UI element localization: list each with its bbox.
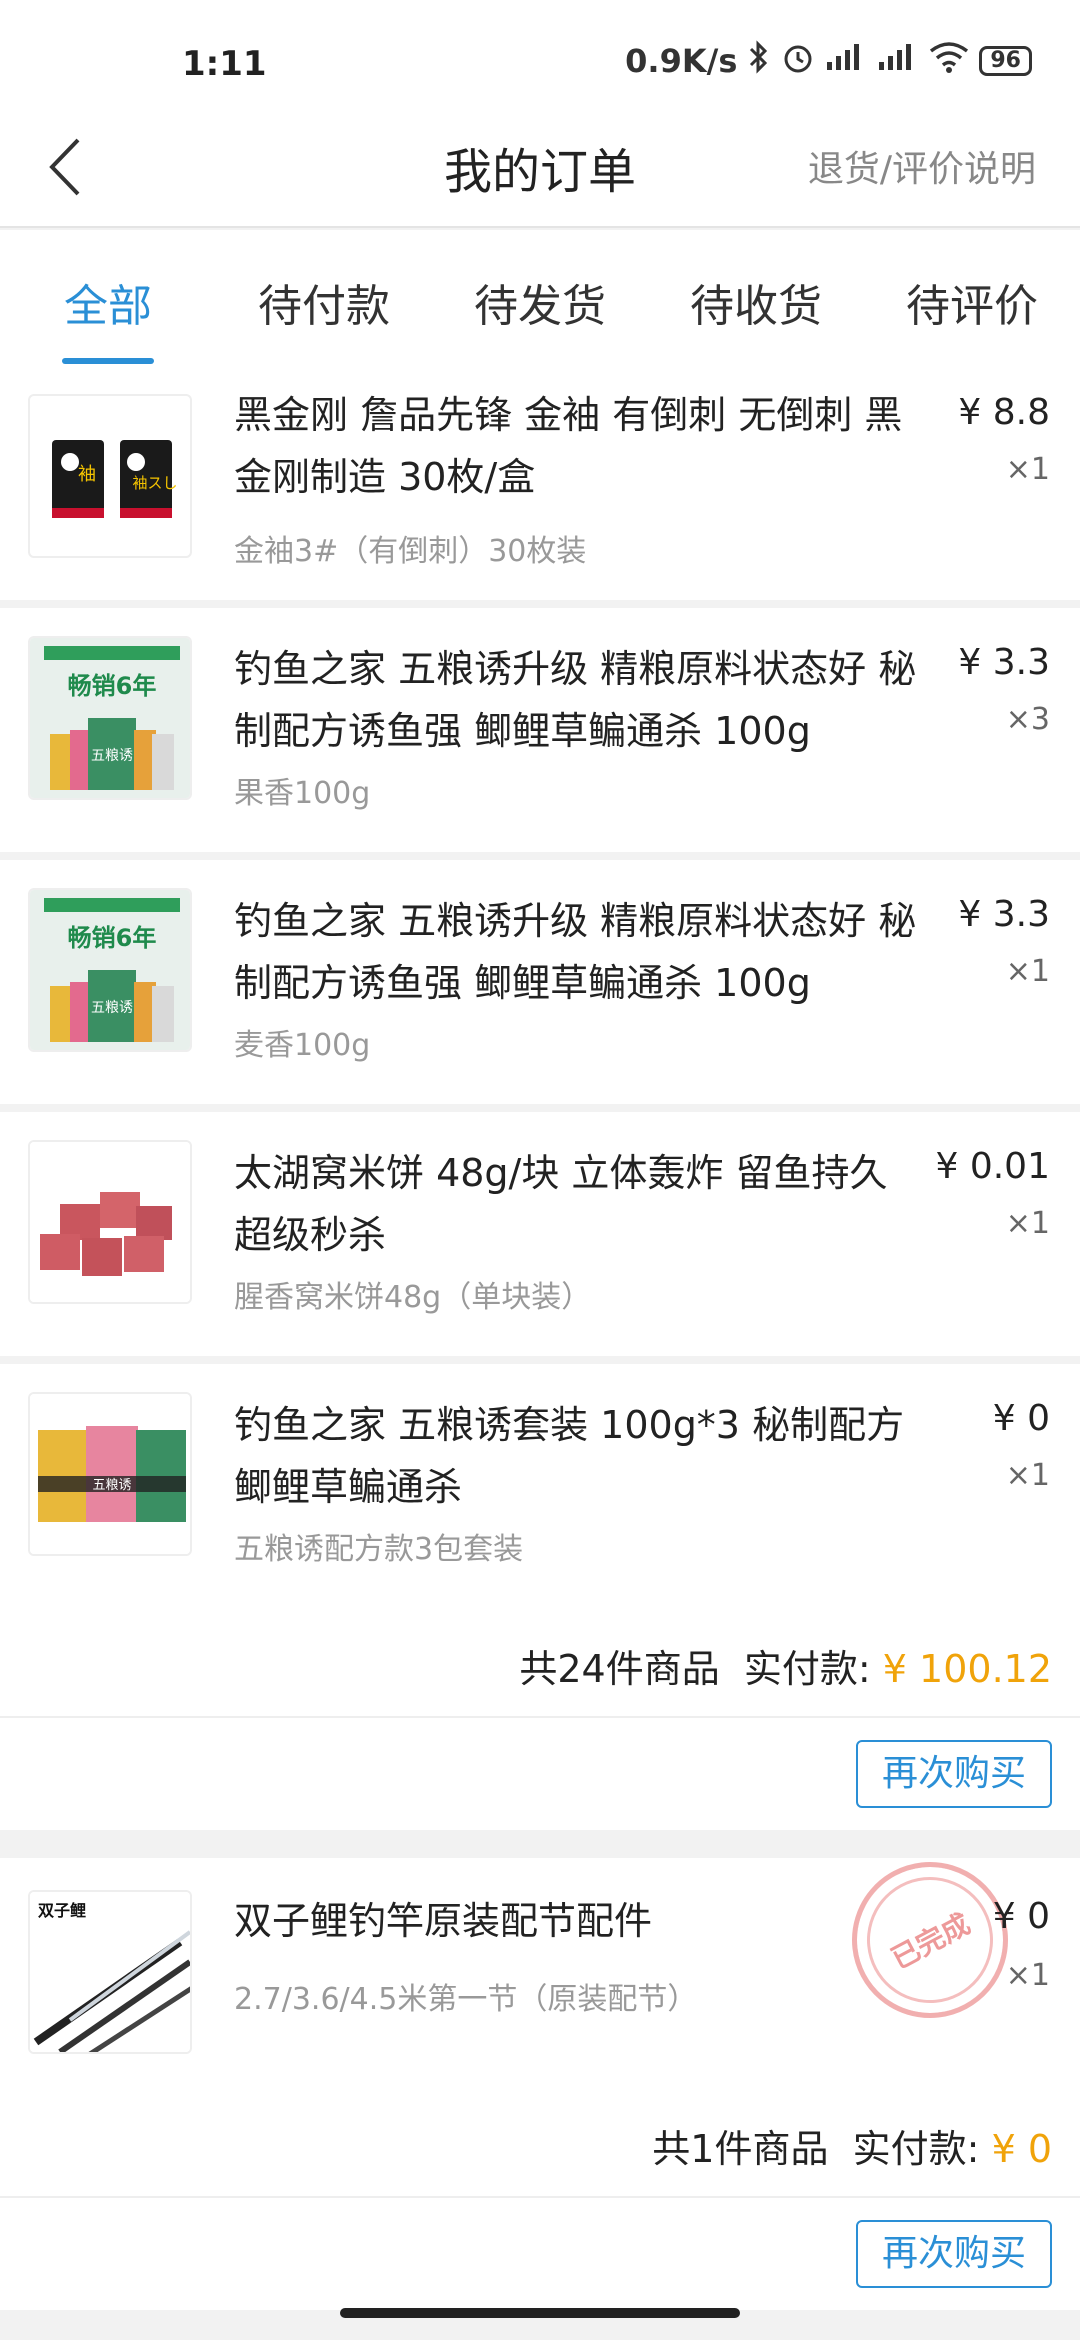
order-item[interactable]: 袖 袖スし 黑金刚 詹品先锋 金袖 有倒刺 无倒刺 黑金刚制造 30枚/盒 金袖… [0, 364, 1080, 600]
product-title: 钓鱼之家 五粮诱升级 精粮原料状态好 秘制配方诱鱼强 鲫鲤草鳊通杀 100g [234, 899, 917, 1005]
alarm-icon [781, 40, 815, 82]
chevron-left-icon [49, 138, 80, 196]
order-summary: 共1件商品 实付款: ¥ 0 [0, 2088, 1080, 2198]
product-quantity: ×1 [1005, 1206, 1050, 1241]
order-item[interactable]: 太湖窝米饼 48g/块 立体轰炸 留鱼持久 超级秒杀 腥香窝米饼48g（单块装）… [0, 1112, 1080, 1356]
product-title: 双子鲤钓竿原装配节配件 [234, 1899, 653, 1943]
completed-stamp: 已完成 [824, 1834, 1036, 2046]
bait-name-label: 五粮诱 [92, 1478, 131, 1493]
order-item[interactable]: 畅销6年 五粮诱 钓鱼之家 五粮诱升级 精粮原料状态好 秘制配方诱鱼强 鲫鲤草鳊… [0, 860, 1080, 1104]
paid-label: 实付款: [743, 1647, 871, 1691]
back-button[interactable] [40, 130, 100, 200]
product-price: ¥ 0.01 [935, 1146, 1050, 1187]
product-title: 太湖窝米饼 48g/块 立体轰炸 留鱼持久 超级秒杀 [234, 1151, 888, 1257]
product-quantity: ×3 [1005, 702, 1050, 737]
product-image: 畅销6年 五粮诱 [28, 888, 192, 1052]
product-variant: 麦香100g [234, 1028, 371, 1063]
bait-banner-label: 畅销6年 [68, 672, 157, 700]
net-speed: 0.9K/s [625, 42, 738, 80]
product-title: 钓鱼之家 五粮诱套装 100g*3 秘制配方 鲫鲤草鳊通杀 [234, 1403, 905, 1509]
product-price: ¥ 3.3 [958, 642, 1050, 683]
product-quantity: ×1 [1005, 1458, 1050, 1493]
product-variant: 五粮诱配方款3包套装 [234, 1532, 524, 1567]
paid-amount: ¥ 100.12 [882, 1647, 1052, 1691]
product-variant: 腥香窝米饼48g（单块装） [234, 1280, 592, 1315]
product-price: ¥ 3.3 [958, 894, 1050, 935]
hook-brand-label: 袖 [78, 464, 96, 485]
tab-pending-shipment[interactable]: 待发货 [432, 230, 648, 364]
product-image [28, 1140, 192, 1304]
order-list: 袖 袖スし 黑金刚 詹品先锋 金袖 有倒刺 无倒刺 黑金刚制造 30枚/盒 金袖… [0, 364, 1080, 2338]
status-icons: 0.9K/s 96 [625, 40, 1032, 82]
product-variant: 果香100g [234, 776, 371, 811]
order-summary: 共24件商品 实付款: ¥ 100.12 [0, 1608, 1080, 1718]
product-image: 袖 袖スし [28, 394, 192, 558]
hook-brand-label-2: 袖スし [132, 474, 177, 492]
product-price: ¥ 8.8 [958, 392, 1050, 433]
bait-banner-label: 畅销6年 [68, 924, 157, 952]
item-count: 共24件商品 [519, 1647, 720, 1691]
bait-name-label: 五粮诱 [91, 748, 133, 764]
product-image: 畅销6年 五粮诱 [28, 636, 192, 800]
return-review-help-link[interactable]: 退货/评价说明 [808, 140, 1036, 192]
battery-icon: 96 [979, 46, 1032, 76]
product-image: 五粮诱 [28, 1392, 192, 1556]
order-tabs: 全部 待付款 待发货 待收货 待评价 [0, 230, 1080, 364]
product-quantity: ×1 [1005, 452, 1050, 487]
status-time: 1:11 [182, 44, 267, 84]
order-item[interactable]: 双子鲤 双子鲤钓竿原装配节配件 2.7/3.6/4.5米第一节（原装配节） 已完… [0, 1834, 1080, 2088]
order-total: 共24件商品 实付款: ¥ 100.12 [519, 1638, 1052, 1693]
paid-amount: ¥ 0 [991, 2127, 1052, 2171]
order-actions: 再次购买 [0, 1718, 1080, 1830]
product-variant: 2.7/3.6/4.5米第一节（原装配节） [234, 1982, 698, 2017]
signal-icon-2 [877, 42, 919, 80]
home-indicator[interactable] [340, 2308, 740, 2318]
product-title: 黑金刚 詹品先锋 金袖 有倒刺 无倒刺 黑金刚制造 30枚/盒 [234, 393, 903, 499]
wifi-icon [929, 41, 969, 81]
product-variant: 金袖3#（有倒刺）30枚装 [234, 534, 587, 569]
buy-again-button[interactable]: 再次购买 [856, 1740, 1052, 1808]
tab-pending-payment[interactable]: 待付款 [216, 230, 432, 364]
bluetooth-icon [747, 40, 771, 82]
product-quantity: ×1 [1005, 954, 1050, 989]
order-actions: 再次购买 [0, 2198, 1080, 2310]
item-count: 共1件商品 [652, 2127, 829, 2171]
buy-again-button[interactable]: 再次购买 [856, 2220, 1052, 2288]
product-price: ¥ 0 [992, 1896, 1050, 1937]
order-item[interactable]: 畅销6年 五粮诱 钓鱼之家 五粮诱升级 精粮原料状态好 秘制配方诱鱼强 鲫鲤草鳊… [0, 608, 1080, 852]
paid-label: 实付款: [852, 2127, 980, 2171]
order-item[interactable]: 五粮诱 钓鱼之家 五粮诱套装 100g*3 秘制配方 鲫鲤草鳊通杀 五粮诱配方款… [0, 1364, 1080, 1608]
product-image: 双子鲤 [28, 1890, 192, 2054]
tab-pending-review[interactable]: 待评价 [864, 230, 1080, 364]
tab-pending-receipt[interactable]: 待收货 [648, 230, 864, 364]
rod-brand-label: 双子鲤 [38, 1901, 86, 1920]
product-title: 钓鱼之家 五粮诱升级 精粮原料状态好 秘制配方诱鱼强 鲫鲤草鳊通杀 100g [234, 647, 917, 753]
header: 我的订单 退货/评价说明 [0, 110, 1080, 228]
order-total: 共1件商品 实付款: ¥ 0 [652, 2118, 1052, 2173]
product-price: ¥ 0 [992, 1398, 1050, 1439]
tab-all[interactable]: 全部 [0, 230, 216, 364]
product-quantity: ×1 [1005, 1958, 1050, 1993]
signal-icon [825, 42, 867, 80]
bait-name-label: 五粮诱 [91, 1000, 133, 1016]
